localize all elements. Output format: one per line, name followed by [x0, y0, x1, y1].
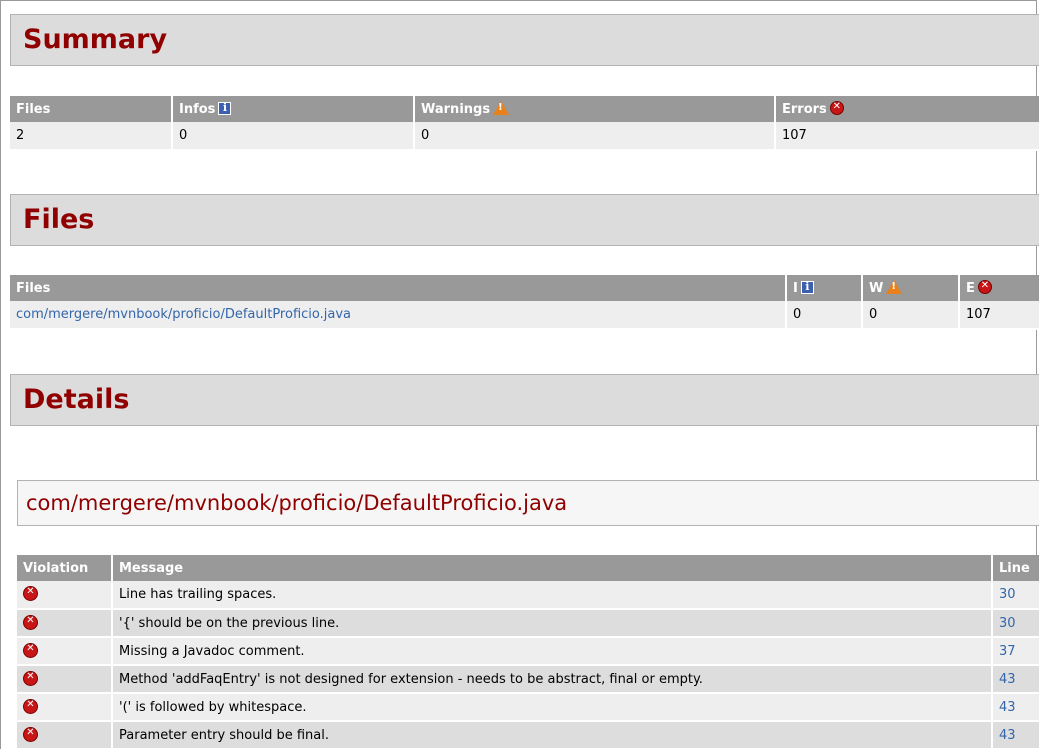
summary-header-errors: Errors: [775, 96, 1039, 122]
files-header-w: W: [862, 275, 960, 301]
file-link-cell: com/mergere/mvnbook/proficio/DefaultProf…: [10, 301, 787, 330]
files-header-row: Files I W E: [10, 275, 1039, 301]
error-icon: [977, 280, 992, 294]
summary-infos-count: 0: [172, 122, 415, 151]
summary-header-row: Files Infos Warnings Errors: [10, 96, 1039, 122]
violation-row: Line has trailing spaces. 30: [17, 581, 1039, 610]
violation-cell: [17, 693, 113, 722]
summary-header-files: Files: [10, 96, 173, 122]
error-icon: [23, 614, 38, 630]
summary-title: Summary: [23, 24, 168, 55]
file-infos-count: 0: [786, 301, 863, 330]
summary-files-count: 2: [10, 122, 173, 151]
file-warnings-count: 0: [862, 301, 960, 330]
files-header-i: I: [786, 275, 863, 301]
violation-line-cell: 30: [992, 609, 1039, 638]
error-icon: [23, 726, 38, 742]
details-header-row: Violation Message Line: [17, 555, 1039, 581]
violation-row: Parameter entry should be final. 43: [17, 721, 1039, 750]
details-header-violation: Violation: [17, 555, 113, 581]
error-icon: [23, 586, 38, 601]
violation-line-cell: 43: [992, 693, 1039, 722]
violation-message: '{' should be on the previous line.: [112, 609, 993, 638]
summary-errors-count: 107: [775, 122, 1039, 151]
violation-line-cell: 30: [992, 581, 1039, 610]
line-link[interactable]: 43: [999, 700, 1016, 715]
summary-warnings-count: 0: [414, 122, 776, 151]
info-icon: [800, 280, 814, 294]
file-link[interactable]: com/mergere/mvnbook/proficio/DefaultProf…: [16, 307, 351, 322]
error-icon: [829, 101, 844, 115]
line-link[interactable]: 30: [999, 587, 1016, 602]
summary-header-infos: Infos: [172, 96, 415, 122]
line-link[interactable]: 43: [999, 672, 1016, 687]
violation-cell: [17, 665, 113, 694]
violation-message: Parameter entry should be final.: [112, 721, 993, 750]
warning-icon: [886, 280, 903, 294]
violation-message: '(' is followed by whitespace.: [112, 693, 993, 722]
warning-icon: [493, 101, 510, 115]
files-header-e: E: [959, 275, 1039, 301]
details-section-header: Details: [10, 374, 1039, 426]
violation-row: '{' should be on the previous line. 30: [17, 609, 1039, 638]
details-table: Violation Message Line Line has trailing…: [17, 555, 1039, 750]
details-title: Details: [23, 384, 130, 415]
violation-cell: [17, 581, 113, 610]
info-icon: [218, 101, 232, 115]
violation-message: Missing a Javadoc comment.: [112, 637, 993, 666]
violation-line-cell: 43: [992, 721, 1039, 750]
summary-table: Files Infos Warnings Errors 2 0 0 107: [10, 96, 1039, 151]
error-icon: [23, 698, 38, 714]
error-icon: [23, 642, 38, 658]
violation-row: Method 'addFaqEntry' is not designed for…: [17, 665, 1039, 694]
files-title: Files: [23, 204, 95, 235]
violation-row: Missing a Javadoc comment. 37: [17, 637, 1039, 666]
line-link[interactable]: 37: [999, 644, 1016, 659]
summary-section-header: Summary: [10, 14, 1039, 66]
violation-line-cell: 37: [992, 637, 1039, 666]
files-header-files: Files: [10, 275, 787, 301]
error-icon: [23, 670, 38, 686]
violation-row: '(' is followed by whitespace. 43: [17, 693, 1039, 722]
summary-values-row: 2 0 0 107: [10, 122, 1039, 151]
line-link[interactable]: 43: [999, 728, 1016, 743]
file-errors-count: 107: [959, 301, 1039, 330]
violation-message: Method 'addFaqEntry' is not designed for…: [112, 665, 993, 694]
details-file-name: com/mergere/mvnbook/proficio/DefaultProf…: [26, 491, 568, 515]
details-header-message: Message: [112, 555, 993, 581]
violation-message: Line has trailing spaces.: [112, 581, 993, 610]
line-link[interactable]: 30: [999, 616, 1016, 631]
violation-cell: [17, 637, 113, 666]
summary-header-warnings: Warnings: [414, 96, 776, 122]
violation-cell: [17, 721, 113, 750]
violation-cell: [17, 609, 113, 638]
violation-line-cell: 43: [992, 665, 1039, 694]
files-section-header: Files: [10, 194, 1039, 246]
details-file-heading: com/mergere/mvnbook/proficio/DefaultProf…: [17, 480, 1039, 526]
files-table: Files I W E com/mergere/mvnbook/proficio…: [10, 275, 1039, 330]
details-header-line: Line: [992, 555, 1039, 581]
files-row: com/mergere/mvnbook/proficio/DefaultProf…: [10, 301, 1039, 330]
